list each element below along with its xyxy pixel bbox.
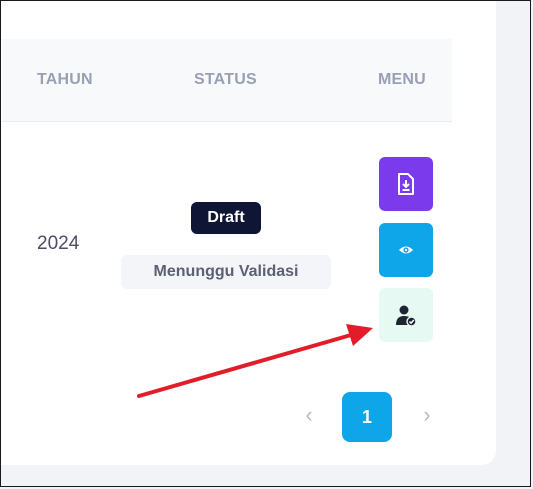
user-check-icon [396, 305, 417, 327]
year-cell: 2024 [37, 233, 80, 254]
pagination-page-1[interactable]: 1 [342, 392, 392, 442]
pdf-download-icon [398, 173, 414, 195]
pagination-next-button[interactable]: › [415, 392, 439, 438]
screenshot-frame: TAHUN STATUS MENU 2024 Draft Menunggu Va… [0, 0, 531, 487]
pagination-prev-button[interactable]: ‹ [297, 392, 321, 438]
download-pdf-button[interactable] [379, 157, 433, 211]
view-detail-button[interactable] [379, 223, 433, 277]
validate-user-button[interactable] [379, 288, 433, 342]
eye-icon [399, 246, 413, 254]
column-header-status: STATUS [194, 71, 257, 88]
status-badge-draft: Draft [191, 202, 261, 234]
column-header-tahun: TAHUN [37, 71, 93, 88]
column-header-menu: MENU [378, 71, 426, 88]
status-badge-waiting-validation: Menunggu Validasi [121, 255, 331, 289]
